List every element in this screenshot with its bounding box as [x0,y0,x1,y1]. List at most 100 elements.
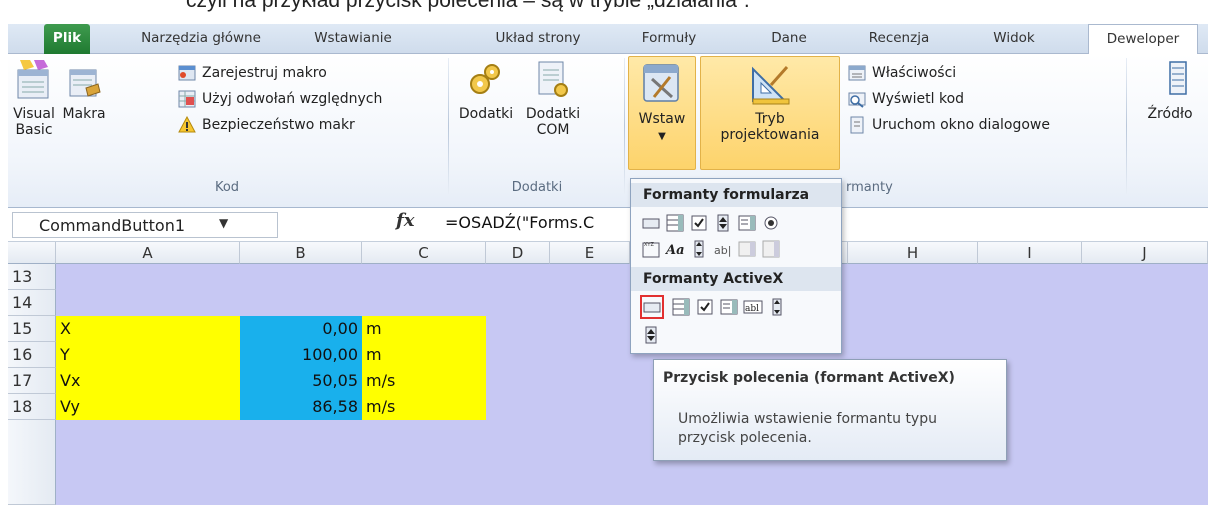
row-header[interactable]: 15 [8,316,56,342]
group-separator [1126,58,1127,194]
design-mode-button[interactable]: Tryb projektowania [700,56,840,170]
caption-strip: czyli na przykład przycisk polecenia – s… [0,0,1208,24]
formula-text-left: =OSADŹ("Forms.C [445,213,595,232]
activex-check-box-icon[interactable] [695,297,715,317]
svg-text:Aa: Aa [665,243,685,258]
activex-combo-box-icon[interactable] [671,297,691,317]
tab-page-layout[interactable]: Układ strony [486,24,590,54]
form-label-icon[interactable]: Aa [665,239,685,259]
cell-a18[interactable]: Vy [56,394,240,420]
insert-controls-button[interactable]: Wstaw ▼ [628,56,696,170]
row-header[interactable] [8,420,56,505]
column-header-i[interactable]: I [978,242,1082,264]
form-combo-box-icon[interactable] [665,213,685,233]
activex-scroll-bar-icon[interactable] [767,297,787,317]
cell-c15[interactable]: m [362,316,486,342]
com-add-ins-button[interactable]: Dodatki COM [520,58,586,138]
xml-source-button[interactable]: Źródło [1134,58,1206,122]
relative-references-icon [178,90,196,108]
column-header-c[interactable]: C [362,242,486,264]
row-header[interactable]: 13 [8,264,56,290]
tab-insert[interactable]: Wstawianie [298,24,408,54]
svg-text:XYZ: XYZ [644,242,654,248]
cell-c16[interactable]: m [362,342,486,368]
column-header-a[interactable]: A [56,242,240,264]
tab-formulas[interactable]: Formuły [636,24,702,54]
relative-references-label: Użyj odwołań względnych [202,91,383,107]
cell-a16[interactable]: Y [56,342,240,368]
visual-basic-label-1: Visual [13,106,55,122]
com-add-ins-label-1: Dodatki [525,106,581,122]
form-text-field-icon[interactable]: ab| [713,239,733,259]
cell-b15[interactable]: 0,00 [240,316,362,342]
activex-controls-header: Formanty ActiveX [631,267,841,291]
group-separator [448,58,449,194]
group-label-controls: rmanty [846,180,893,195]
activex-command-button-icon[interactable] [640,295,664,319]
row-header[interactable]: 18 [8,394,56,420]
macros-icon [69,69,101,97]
column-header-d[interactable]: D [486,242,550,264]
add-ins-button[interactable]: Dodatki [458,58,514,122]
form-scroll-bar-icon[interactable] [689,239,709,259]
group-label-add-ins: Dodatki [511,180,563,195]
row-header[interactable]: 16 [8,342,56,368]
cell-b18[interactable]: 86,58 [240,394,362,420]
cell-a17[interactable]: Vx [56,368,240,394]
form-option-button-icon[interactable] [761,213,781,233]
design-mode-label-2: projektowania [720,127,820,143]
chevron-down-icon[interactable]: ▼ [219,216,228,230]
column-header-e[interactable]: E [550,242,630,264]
cell-c17[interactable]: m/s [362,368,486,394]
properties-button[interactable]: Właściwości [846,62,956,84]
macros-button[interactable]: Makra [60,58,108,122]
form-combo-list-edit-icon[interactable] [737,239,757,259]
form-button-icon[interactable] [641,213,661,233]
name-box[interactable]: CommandButton1 ▼ [12,212,278,238]
activex-text-box-icon[interactable]: abl [743,297,763,317]
form-group-box-icon[interactable]: XYZ [641,239,661,259]
form-check-box-icon[interactable] [689,213,709,233]
caption-text: czyli na przykład przycisk polecenia – s… [186,0,750,12]
visual-basic-button[interactable]: Visual Basic [10,58,58,138]
command-button-tooltip: Przycisk polecenia (formant ActiveX) Umo… [653,359,1007,461]
add-ins-icon [470,64,500,94]
select-all-corner[interactable] [8,242,56,264]
form-spin-button-icon[interactable] [713,213,733,233]
record-macro-button[interactable]: Zarejestruj makro [176,62,327,84]
form-list-box-icon[interactable] [737,213,757,233]
run-dialog-button[interactable]: Uruchom okno dialogowe [846,114,1050,136]
column-header-j[interactable]: J [1082,242,1208,264]
tab-home[interactable]: Narzędzia główne [134,24,268,54]
row-header[interactable]: 14 [8,290,56,316]
cell-b16[interactable]: 100,00 [240,342,362,368]
tooltip-title: Przycisk polecenia (formant ActiveX) [663,370,955,386]
tooltip-description: Umożliwia wstawienie formantu typu przyc… [678,411,937,446]
com-add-ins-label-2: COM [536,122,570,138]
insert-function-icon[interactable]: fx [396,210,414,231]
relative-references-button[interactable]: Użyj odwołań względnych [176,88,382,110]
activex-spin-button-icon[interactable] [641,325,661,345]
view-code-label: Wyświetl kod [872,91,965,107]
cell-c18[interactable]: m/s [362,394,486,420]
tab-data[interactable]: Dane [762,24,816,54]
tab-view[interactable]: Widok [986,24,1042,54]
column-header-h[interactable]: H [848,242,978,264]
svg-text:ab|: ab| [714,244,731,257]
activex-list-box-icon[interactable] [719,297,739,317]
tab-developer[interactable]: Deweloper [1088,24,1198,55]
macro-security-button[interactable]: Bezpieczeństwo makr [176,114,355,136]
insert-controls-label: Wstaw [638,111,686,127]
tab-file[interactable]: Plik [44,24,90,54]
view-code-button[interactable]: Wyświetl kod [846,88,964,110]
cell-b17[interactable]: 50,05 [240,368,362,394]
form-combo-dropdown-edit-icon[interactable] [761,239,781,259]
properties-icon [848,65,866,81]
row-header[interactable]: 17 [8,368,56,394]
run-dialog-label: Uruchom okno dialogowe [872,117,1050,133]
tab-review[interactable]: Recenzja [864,24,934,54]
cell-a15[interactable]: X [56,316,240,342]
form-controls-header: Formanty formularza [631,183,841,207]
xml-source-icon [1169,61,1187,95]
column-header-b[interactable]: B [240,242,362,264]
